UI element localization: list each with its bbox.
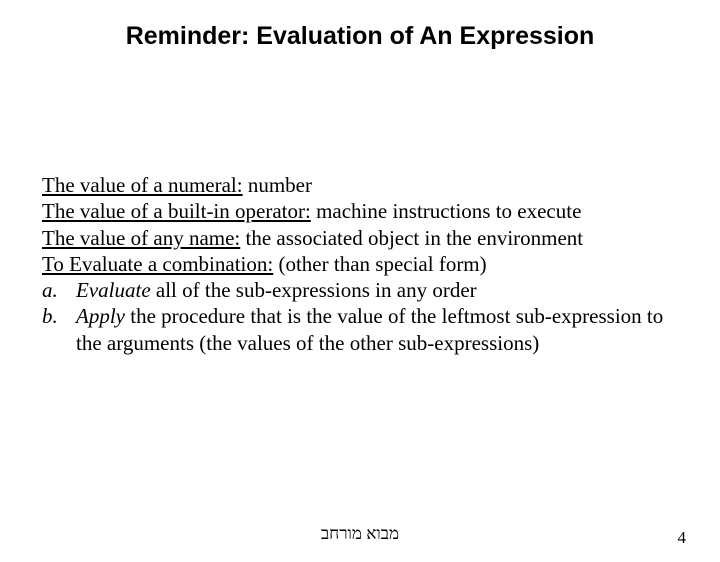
- value-operator: machine instructions to execute: [311, 199, 582, 223]
- step-b: b. Apply the procedure that is the value…: [42, 303, 680, 356]
- line-numeral: The value of a numeral: number: [42, 172, 680, 198]
- label-numeral: The value of a numeral:: [42, 173, 243, 197]
- steps-list: a. Evaluate all of the sub-expressions i…: [42, 277, 680, 356]
- line-combination: To Evaluate a combination: (other than s…: [42, 251, 680, 277]
- step-a-body: Evaluate all of the sub-expressions in a…: [76, 277, 680, 303]
- slide-content: The value of a numeral: number The value…: [42, 172, 680, 356]
- value-name: the associated object in the environment: [240, 226, 583, 250]
- value-combination: (other than special form): [273, 252, 486, 276]
- label-name: The value of any name:: [42, 226, 240, 250]
- slide-title: Reminder: Evaluation of An Expression: [0, 22, 720, 51]
- label-combination: To Evaluate a combination:: [42, 252, 273, 276]
- step-a-label: a.: [42, 277, 76, 303]
- step-a-rest: all of the sub-expressions in any order: [151, 278, 477, 302]
- page-number: 4: [678, 528, 687, 548]
- step-a: a. Evaluate all of the sub-expressions i…: [42, 277, 680, 303]
- footer-center-text: מבוא מורחב: [0, 524, 720, 544]
- step-b-body: Apply the procedure that is the value of…: [76, 303, 680, 356]
- step-b-em: Apply: [76, 304, 125, 328]
- step-b-label: b.: [42, 303, 76, 329]
- label-operator: The value of a built-in operator:: [42, 199, 311, 223]
- value-numeral: number: [243, 173, 312, 197]
- step-b-rest: the procedure that is the value of the l…: [76, 304, 663, 354]
- line-name: The value of any name: the associated ob…: [42, 225, 680, 251]
- step-a-em: Evaluate: [76, 278, 151, 302]
- line-operator: The value of a built-in operator: machin…: [42, 198, 680, 224]
